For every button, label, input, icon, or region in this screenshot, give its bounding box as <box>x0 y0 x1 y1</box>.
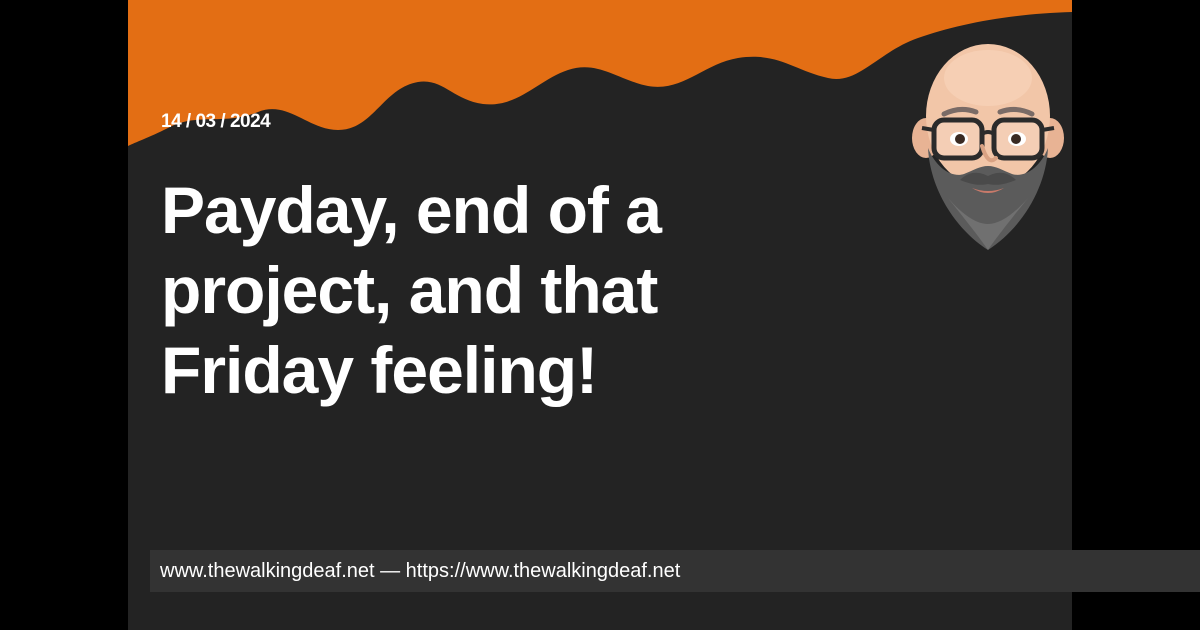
post-date: 14 / 03 / 2024 <box>161 111 271 132</box>
post-title: Payday, end of a project, and that Frida… <box>161 173 662 407</box>
memoji-avatar-icon <box>912 44 1064 250</box>
social-card: 14 / 03 / 2024 Payday, end of a project,… <box>128 0 1072 630</box>
footer-bar: www.thewalkingdeaf.net — https://www.the… <box>150 550 1200 592</box>
footer-site-link[interactable]: www.thewalkingdeaf.net — https://www.the… <box>160 560 680 583</box>
